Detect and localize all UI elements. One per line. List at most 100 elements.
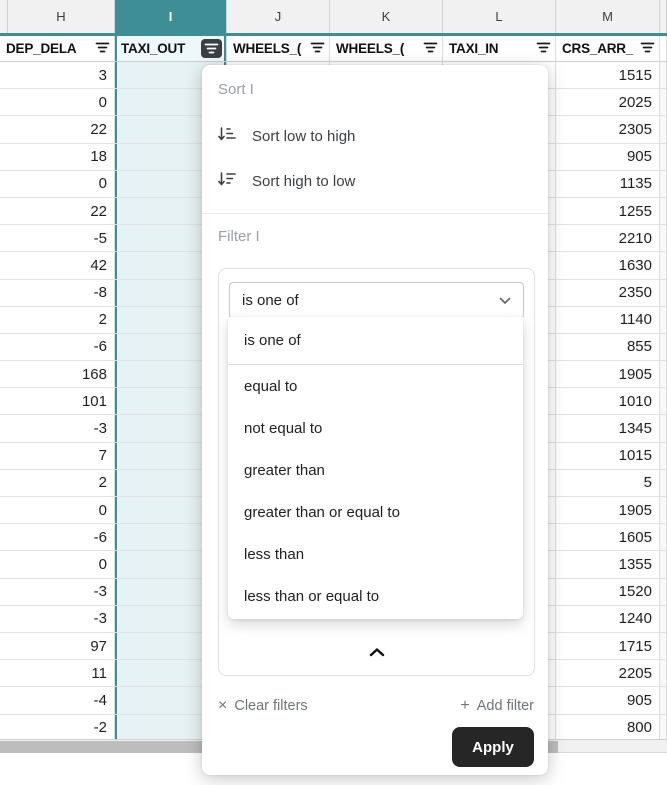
filter-icon[interactable] bbox=[95, 41, 110, 57]
column-letter-cell-I[interactable]: I bbox=[115, 0, 227, 33]
grid-cell-sliver bbox=[660, 280, 667, 307]
sort-ascending-icon bbox=[218, 125, 237, 147]
grid-cell[interactable]: 22 bbox=[0, 198, 115, 225]
grid-cell[interactable]: 1345 bbox=[556, 415, 660, 442]
header-sliver bbox=[660, 36, 667, 62]
column-letter-cell-L[interactable]: L bbox=[443, 0, 556, 33]
column-letter-sliver bbox=[0, 0, 8, 33]
grid-cell[interactable]: 1520 bbox=[556, 579, 660, 606]
grid-cell[interactable]: 1515 bbox=[556, 62, 660, 89]
clear-icon: × bbox=[218, 697, 227, 715]
add-filter-label: Add filter bbox=[477, 698, 534, 714]
grid-cell-sliver bbox=[660, 687, 667, 714]
grid-cell[interactable]: 2305 bbox=[556, 116, 660, 143]
sort-high-to-low-item[interactable]: Sort high to low bbox=[218, 159, 355, 203]
grid-cell[interactable]: 1255 bbox=[556, 198, 660, 225]
grid-cell[interactable]: 1715 bbox=[556, 633, 660, 660]
grid-cell[interactable]: 11 bbox=[0, 660, 115, 687]
grid-cell[interactable]: 1905 bbox=[556, 497, 660, 524]
grid-cell[interactable]: 905 bbox=[556, 687, 660, 714]
collapse-filter-button[interactable] bbox=[353, 637, 401, 669]
operator-option[interactable]: equal to bbox=[228, 365, 523, 407]
column-header-M[interactable]: CRS_ARR_ bbox=[556, 36, 660, 62]
add-filter-button[interactable]: + Add filter bbox=[460, 697, 534, 715]
operator-option[interactable]: less than or equal to bbox=[228, 575, 523, 617]
grid-cell[interactable]: 42 bbox=[0, 252, 115, 279]
filter-icon[interactable] bbox=[640, 41, 655, 57]
grid-cell[interactable]: 2205 bbox=[556, 660, 660, 687]
sort-low-to-high-item[interactable]: Sort low to high bbox=[218, 114, 355, 158]
grid-cell[interactable]: 2 bbox=[0, 307, 115, 334]
grid-cell[interactable]: 18 bbox=[0, 144, 115, 171]
grid-cell[interactable]: 2210 bbox=[556, 225, 660, 252]
sort-low-to-high-label: Sort low to high bbox=[252, 128, 355, 145]
grid-cell[interactable]: 0 bbox=[0, 551, 115, 578]
grid-cell[interactable]: -4 bbox=[0, 687, 115, 714]
grid-cell[interactable]: 0 bbox=[0, 497, 115, 524]
operator-option[interactable]: greater than or equal to bbox=[228, 491, 523, 533]
operator-option[interactable]: not equal to bbox=[228, 407, 523, 449]
column-letter-cell-M[interactable]: M bbox=[556, 0, 660, 33]
filter-icon[interactable] bbox=[423, 41, 438, 57]
grid-cell[interactable]: 0 bbox=[0, 89, 115, 116]
grid-cell[interactable]: -3 bbox=[0, 415, 115, 442]
grid-cell[interactable]: 1140 bbox=[556, 307, 660, 334]
grid-cell[interactable]: -6 bbox=[0, 334, 115, 361]
column-header-H[interactable]: DEP_DELA bbox=[0, 36, 115, 62]
grid-cell[interactable]: 905 bbox=[556, 144, 660, 171]
apply-button[interactable]: Apply bbox=[452, 727, 534, 767]
operator-option[interactable]: less than bbox=[228, 533, 523, 575]
grid-cell[interactable]: 3 bbox=[0, 62, 115, 89]
grid-cell[interactable]: 1605 bbox=[556, 524, 660, 551]
grid-cell[interactable]: 2350 bbox=[556, 280, 660, 307]
column-header-I[interactable]: TAXI_OUT bbox=[115, 36, 227, 62]
chevron-down-icon bbox=[499, 292, 511, 309]
grid-cell-sliver bbox=[660, 579, 667, 606]
grid-cell[interactable]: 1905 bbox=[556, 361, 660, 388]
grid-cell[interactable]: 800 bbox=[556, 715, 660, 742]
operator-option[interactable]: is one of bbox=[228, 317, 523, 365]
column-letter-sliver bbox=[660, 0, 667, 33]
active-filter-menu-icon[interactable] bbox=[201, 39, 222, 58]
grid-cell[interactable]: -3 bbox=[0, 579, 115, 606]
grid-cell[interactable]: 5 bbox=[556, 470, 660, 497]
operator-option[interactable]: greater than bbox=[228, 449, 523, 491]
filter-operator-select[interactable]: is one of bbox=[229, 282, 524, 319]
column-header-L[interactable]: TAXI_IN bbox=[443, 36, 556, 62]
filter-icon[interactable] bbox=[536, 41, 551, 57]
grid-cell[interactable]: 2025 bbox=[556, 89, 660, 116]
column-header-J[interactable]: WHEELS_( bbox=[227, 36, 330, 62]
column-letter-cell-H[interactable]: H bbox=[8, 0, 115, 33]
column-header-label: DEP_DELA bbox=[6, 41, 76, 56]
popup-section-divider bbox=[202, 213, 548, 214]
grid-cell-sliver bbox=[660, 443, 667, 470]
column-letter-cell-J[interactable]: J bbox=[227, 0, 330, 33]
grid-cell[interactable]: 101 bbox=[0, 388, 115, 415]
grid-cell-sliver bbox=[660, 361, 667, 388]
grid-cell[interactable]: -5 bbox=[0, 225, 115, 252]
grid-cell[interactable]: 168 bbox=[0, 361, 115, 388]
grid-cell[interactable]: 1355 bbox=[556, 551, 660, 578]
grid-cell[interactable]: -8 bbox=[0, 280, 115, 307]
column-letter-cell-K[interactable]: K bbox=[330, 0, 443, 33]
column-header-K[interactable]: WHEELS_( bbox=[330, 36, 443, 62]
grid-cell[interactable]: 1010 bbox=[556, 388, 660, 415]
grid-cell[interactable]: 97 bbox=[0, 633, 115, 660]
grid-cell[interactable]: 1240 bbox=[556, 606, 660, 633]
grid-cell[interactable]: 1015 bbox=[556, 443, 660, 470]
grid-cell[interactable]: 0 bbox=[0, 171, 115, 198]
grid-cell[interactable]: 7 bbox=[0, 443, 115, 470]
grid-cell[interactable]: -3 bbox=[0, 606, 115, 633]
grid-cell[interactable]: 1135 bbox=[556, 171, 660, 198]
grid-cell[interactable]: 1630 bbox=[556, 252, 660, 279]
grid-cell-sliver bbox=[660, 497, 667, 524]
grid-cell[interactable]: 855 bbox=[556, 334, 660, 361]
clear-filters-button[interactable]: × Clear filters bbox=[218, 697, 308, 715]
grid-cell[interactable]: -2 bbox=[0, 715, 115, 742]
grid-cell[interactable]: 2 bbox=[0, 470, 115, 497]
grid-cell[interactable]: 22 bbox=[0, 116, 115, 143]
filter-icon[interactable] bbox=[310, 41, 325, 57]
filter-operator-value: is one of bbox=[242, 292, 299, 309]
grid-cell[interactable]: -6 bbox=[0, 524, 115, 551]
column-header-label: WHEELS_( bbox=[336, 41, 404, 56]
